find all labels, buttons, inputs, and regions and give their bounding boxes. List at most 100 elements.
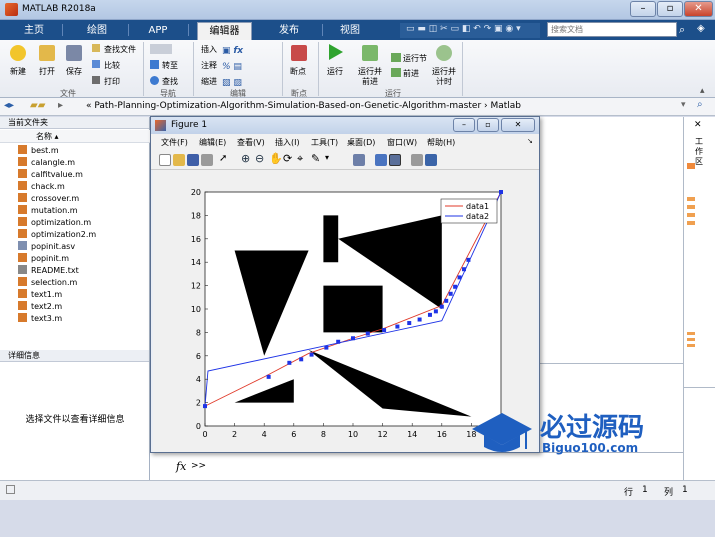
zoom-in-icon[interactable]: ⊕ <box>241 152 250 165</box>
breakpoints-button[interactable]: 断点 <box>290 66 306 77</box>
find-icon <box>150 76 159 85</box>
file-item[interactable]: text1.m <box>18 289 62 301</box>
find-files-button[interactable]: 查找文件 <box>104 44 136 55</box>
back-arrow-icon[interactable]: ◂▸ <box>4 100 14 111</box>
run-time-label-2[interactable]: 计时 <box>436 76 452 87</box>
file-item[interactable]: text2.m <box>18 301 62 313</box>
file-item[interactable]: calangle.m <box>18 157 75 169</box>
comment-button[interactable]: 注释 <box>201 60 217 71</box>
path-search-icon[interactable]: ⌕ <box>697 99 703 110</box>
save-figure-icon[interactable] <box>187 154 199 166</box>
menu-window[interactable]: 窗口(W) <box>387 137 417 148</box>
edit-tools-icons[interactable]: ▣ fx% ▤ ▧ ▨ <box>222 43 258 88</box>
tab-home[interactable]: 主页 <box>12 22 56 40</box>
legend-label-data2: data2 <box>466 212 489 221</box>
data-cursor-icon[interactable]: ⌖ <box>297 152 303 166</box>
zoom-out-icon[interactable]: ⊖ <box>255 152 264 165</box>
collapse-ribbon-icon[interactable]: ▴ <box>700 86 705 96</box>
find-files-icon <box>92 44 100 52</box>
new-button[interactable]: 新建 <box>10 66 26 77</box>
browse-icon[interactable]: ▸ <box>58 100 63 111</box>
file-item[interactable]: optimization.m <box>18 217 91 229</box>
menu-insert[interactable]: 插入(I) <box>275 137 300 148</box>
open-file-icon[interactable] <box>173 154 185 166</box>
rotate-icon[interactable]: ⟳ <box>283 152 292 165</box>
workspace-label[interactable]: 工作区 <box>695 137 707 167</box>
print-figure-icon[interactable] <box>201 154 213 166</box>
advance-button[interactable]: 前进 <box>403 68 419 79</box>
tab-view[interactable]: 视图 <box>328 22 372 40</box>
show-tools-icon[interactable] <box>425 154 437 166</box>
maximize-button[interactable]: ▫ <box>657 1 683 17</box>
print-button[interactable]: 打印 <box>104 76 120 87</box>
y-tick-label: 18 <box>191 211 201 220</box>
file-item[interactable]: selection.m <box>18 277 77 289</box>
figure-title-bar: Figure 1 – ▫ ✕ <box>151 117 539 134</box>
breakpoints-icon <box>291 45 307 61</box>
menu-view[interactable]: 查看(V) <box>237 137 265 148</box>
brush-dropdown-icon[interactable]: ▾ <box>325 153 329 162</box>
minimize-button[interactable]: – <box>630 1 656 17</box>
menu-tools[interactable]: 工具(T) <box>311 137 338 148</box>
file-item[interactable]: README.txt <box>18 265 79 277</box>
compare-button[interactable]: 比较 <box>104 60 120 71</box>
run-button[interactable]: 运行 <box>327 66 343 77</box>
colorbar-icon[interactable] <box>375 154 387 166</box>
menu-desktop[interactable]: 桌面(D) <box>347 137 375 148</box>
goto-icon <box>150 60 159 69</box>
file-name: chack.m <box>31 182 65 191</box>
menu-file[interactable]: 文件(F) <box>161 137 188 148</box>
run-advance-label-2[interactable]: 前进 <box>362 76 378 87</box>
figure-window[interactable]: Figure 1 – ▫ ✕ 文件(F) 编辑(E) 查看(V) 插入(I) 工… <box>150 116 540 453</box>
file-item[interactable]: chack.m <box>18 181 65 193</box>
pointer-icon[interactable]: ➚ <box>219 153 227 164</box>
file-item[interactable]: optimization2.m <box>18 229 96 241</box>
figure-close-button[interactable]: ✕ <box>501 118 535 132</box>
figure-minimize-button[interactable]: – <box>453 118 475 132</box>
name-column-header[interactable]: 名称 ▴ <box>36 131 59 142</box>
menu-dock-icon[interactable]: ↘ <box>527 137 533 145</box>
tab-editor[interactable]: 编辑器 <box>197 22 252 40</box>
path-dropdown-icon[interactable]: ▾ <box>681 100 686 110</box>
open-button[interactable]: 打开 <box>39 66 55 77</box>
close-panel-icon[interactable]: ✕ <box>694 120 702 130</box>
menu-help[interactable]: 帮助(H) <box>427 137 455 148</box>
tab-publish[interactable]: 发布 <box>262 22 316 40</box>
run-section-button[interactable]: 运行节 <box>403 53 427 64</box>
save-button[interactable]: 保存 <box>66 66 82 77</box>
search-documentation-input[interactable] <box>547 22 677 37</box>
legend-icon[interactable] <box>389 154 401 166</box>
matlab-logo-icon <box>5 3 18 16</box>
file-item[interactable]: best.m <box>18 145 59 157</box>
file-item[interactable]: crossover.m <box>18 193 79 205</box>
hide-tools-icon[interactable] <box>411 154 423 166</box>
path-marker <box>417 317 422 322</box>
indent-button[interactable]: 缩进 <box>201 76 217 87</box>
fx-icon[interactable]: fx <box>176 460 186 473</box>
notification-icon[interactable]: ◈ <box>697 23 711 37</box>
goto-button[interactable]: 转至 <box>162 60 178 71</box>
menu-edit[interactable]: 编辑(E) <box>199 137 226 148</box>
find-button[interactable]: 查找 <box>162 76 178 87</box>
pan-icon[interactable]: ✋ <box>269 152 283 165</box>
figure-maximize-button[interactable]: ▫ <box>477 118 499 132</box>
file-item[interactable]: popinit.asv <box>18 241 75 253</box>
new-figure-icon[interactable] <box>159 154 171 166</box>
search-icon[interactable]: ⌕ <box>679 23 693 37</box>
file-item[interactable]: popinit.m <box>18 253 69 265</box>
current-path[interactable]: « Path-Planning-Optimization-Algorithm-S… <box>86 101 521 111</box>
file-item[interactable]: mutation.m <box>18 205 78 217</box>
path-marker <box>324 345 329 350</box>
tab-plots[interactable]: 绘图 <box>72 22 122 40</box>
tab-apps[interactable]: APP <box>136 22 180 40</box>
watermark-text: 必过源码 <box>540 413 645 443</box>
file-icon <box>18 229 27 238</box>
close-button[interactable]: ✕ <box>684 1 713 17</box>
x-tick-label: 2 <box>232 430 237 439</box>
back-forward-icon[interactable] <box>150 44 172 54</box>
link-plot-icon[interactable] <box>353 154 365 166</box>
brush-icon[interactable]: ✎ <box>311 152 320 165</box>
file-item[interactable]: text3.m <box>18 313 62 325</box>
insert-button[interactable]: 插入 <box>201 44 217 55</box>
file-item[interactable]: calfitvalue.m <box>18 169 83 181</box>
